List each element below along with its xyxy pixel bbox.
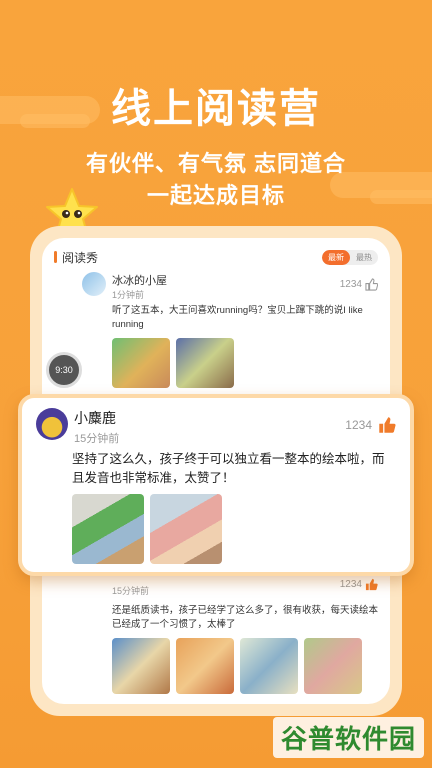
like-button[interactable]: 1234 [340,278,378,291]
post-photos [112,338,234,388]
tab-latest[interactable]: 最新 [322,249,350,265]
sort-toggle[interactable]: 最新 最热 [322,249,378,265]
avatar[interactable] [82,272,106,296]
section-title: 阅读秀 [62,250,99,265]
photo-thumbnail[interactable] [176,638,234,694]
photo-thumbnail[interactable] [240,638,298,694]
post-time: 15分钟前 [112,586,150,596]
photo-thumbnail[interactable] [150,494,222,564]
post-photos [112,638,362,694]
post-time: 1分钟前 [112,290,145,300]
post-time: 15分钟前 [74,433,120,445]
avatar[interactable] [36,408,68,440]
like-count: 1234 [339,579,362,590]
photo-thumbnail[interactable] [72,494,144,564]
photo-thumbnail[interactable] [112,338,170,388]
like-button[interactable]: 1234 [340,578,378,591]
section-header: 阅读秀 [54,249,98,266]
post-username[interactable]: 冰冰的小屋 [112,272,167,288]
like-button[interactable]: 1234 [345,416,396,434]
subtitle-line1: 有伙伴、有气氛 志同道合 [85,151,347,176]
post-photos [72,494,222,564]
photo-thumbnail[interactable] [304,638,362,694]
photo-thumbnail[interactable] [176,338,234,388]
thumb-up-icon [379,417,396,433]
featured-post-card[interactable]: 小麋鹿 15分钟前 1234 坚持了这么久，孩子终于可以独立看一整本的绘本啦，而… [18,394,414,576]
thumb-up-icon [365,278,378,291]
watermark-logo: 谷普软件园 [272,717,424,758]
photo-thumbnail[interactable] [112,638,170,694]
post-text: 坚持了这么久，孩子终于可以独立看一整本的绘本啦，而且发音也非常标准，太赞了！ [72,452,385,485]
post-username[interactable]: 小麋鹿 [74,408,119,428]
post-text: 听了这五本，大王问喜欢running吗？宝贝上蹿下跳的说I like runni… [112,305,363,330]
clock-badge: 9:30 [46,352,82,388]
section-marker [54,251,57,263]
post-header: 小麋鹿 15分钟前 [74,408,119,446]
tab-hot[interactable]: 最热 [350,250,378,265]
thumb-up-icon [365,578,378,591]
post-header: 15分钟前 [112,584,149,597]
page-title: 线上阅读营 [111,87,321,131]
like-count: 1234 [339,279,362,290]
post-header: 冰冰的小屋 1分钟前 [112,272,167,301]
post-text: 还是纸质读书，孩子已经学了这么多了，很有收获，每天读绘本已经成了一个习惯了，太棒… [112,605,379,630]
like-count: 1234 [345,418,372,432]
